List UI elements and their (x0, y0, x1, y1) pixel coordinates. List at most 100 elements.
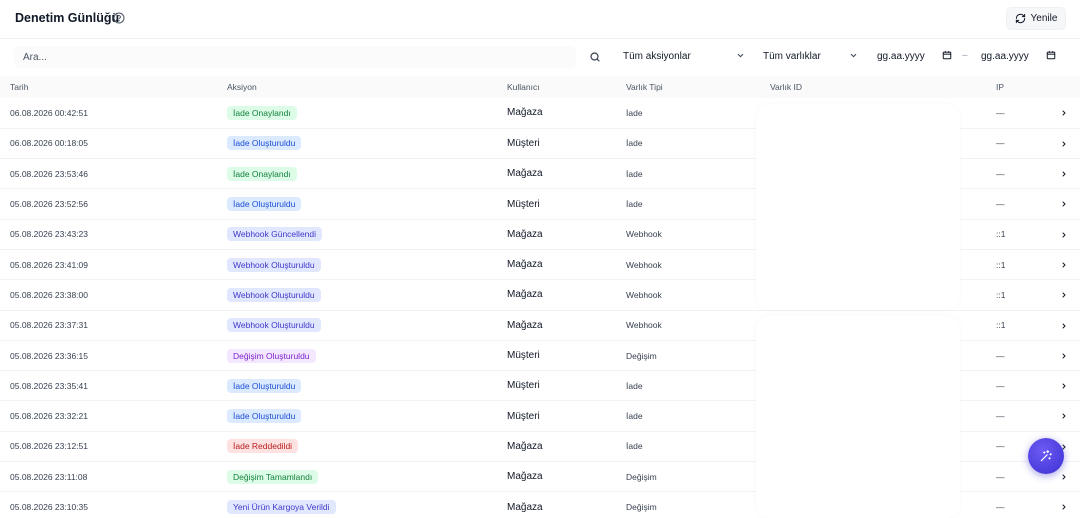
cell-user: Mağaza (507, 289, 543, 301)
chevron-right-icon[interactable] (1060, 261, 1068, 269)
cell-entity-type: Değişim (626, 471, 657, 482)
action-badge: Webhook Oluşturuldu (227, 257, 321, 272)
cell-entity-type: Webhook (626, 320, 662, 331)
action-badge: Webhook Güncellendi (227, 227, 323, 242)
chevron-right-icon[interactable] (1060, 503, 1068, 511)
date-from-field[interactable]: gg.aa.yyyy (877, 45, 953, 67)
refresh-button[interactable]: Yenile (1006, 7, 1066, 30)
column-header-user[interactable]: Kullanıcı (507, 76, 626, 98)
chevron-right-icon[interactable] (1060, 231, 1068, 239)
page-header: Denetim Günlüğü Yenile (0, 0, 1080, 38)
ip-value: ::1 (996, 259, 1006, 270)
cell-entity-type: İade (626, 380, 643, 391)
cell-user: Mağaza (507, 501, 543, 513)
column-header-action[interactable]: Aksiyon (227, 76, 507, 98)
chevron-right-icon[interactable] (1060, 170, 1068, 178)
cell-user: Müşteri (507, 198, 540, 210)
cell-action: Webhook Oluşturuldu (227, 249, 507, 279)
date-from-placeholder: gg.aa.yyyy (877, 50, 925, 62)
ip-value: — (996, 441, 1005, 452)
cell-user: Mağaza (507, 319, 543, 331)
cell-action: Yeni Ürün Kargoya Verildi (227, 492, 507, 518)
cell-action: İade Oluşturuldu (227, 371, 507, 401)
cell-user: Mağaza (507, 440, 543, 452)
cell-date: 06.08.2026 00:18:05 (10, 138, 88, 149)
ip-value: — (996, 138, 1005, 149)
cell-user: Mağaza (507, 228, 543, 240)
ip-value: — (996, 168, 1005, 179)
chevron-right-icon[interactable] (1060, 200, 1068, 208)
cell-date: 06.08.2026 00:42:51 (10, 107, 88, 118)
cell-ip: — (996, 492, 1080, 518)
cell-ip: — (996, 128, 1080, 158)
chevron-down-icon (737, 53, 744, 58)
cell-entity-type: Webhook (626, 259, 662, 270)
date-to-field[interactable]: gg.aa.yyyy (981, 45, 1057, 67)
cell-entity-type: Webhook (626, 289, 662, 300)
cell-date: 05.08.2026 23:32:21 (10, 411, 88, 422)
ip-value: — (996, 411, 1005, 422)
cell-entity-type: İade (626, 107, 643, 118)
cell-user: Mağaza (507, 471, 543, 483)
cell-date: 05.08.2026 23:12:51 (10, 441, 88, 452)
cell-ip: — (996, 340, 1080, 370)
cell-ip: — (996, 401, 1080, 431)
action-badge: İade Oluşturuldu (227, 409, 302, 424)
cell-date: 05.08.2026 23:38:00 (10, 289, 88, 300)
chevron-right-icon[interactable] (1060, 412, 1068, 420)
help-circle-icon[interactable] (113, 12, 125, 24)
cell-user: Müşteri (507, 350, 540, 362)
search-input[interactable] (14, 46, 576, 68)
cell-entity-type: Değişim (626, 350, 657, 361)
action-filter-select[interactable]: Tüm aksiyonlar (623, 45, 747, 67)
cell-date: 05.08.2026 23:10:35 (10, 502, 88, 512)
cell-action: İade Oluşturuldu (227, 128, 507, 158)
chevron-right-icon[interactable] (1060, 322, 1068, 330)
action-badge: Yeni Ürün Kargoya Verildi (227, 500, 336, 514)
cell-date: 05.08.2026 23:52:56 (10, 199, 88, 210)
date-to-placeholder: gg.aa.yyyy (981, 50, 1029, 62)
cell-date: 05.08.2026 23:53:46 (10, 168, 88, 179)
cell-action: Webhook Oluşturuldu (227, 280, 507, 310)
table-header-row: Tarih Aksiyon Kullanıcı Varlık Tipi Varl… (0, 76, 1080, 98)
date-range-separator: – (962, 50, 968, 61)
ip-value: ::1 (996, 320, 1006, 331)
action-badge: İade Oluşturuldu (227, 378, 302, 393)
cell-action: İade Oluşturuldu (227, 189, 507, 219)
chevron-right-icon[interactable] (1060, 291, 1068, 299)
action-badge: İade Oluşturuldu (227, 136, 302, 151)
entity-filter-value: Tüm varlıklar (763, 50, 821, 62)
ip-value: ::1 (996, 229, 1006, 240)
chevron-right-icon[interactable] (1060, 382, 1068, 390)
column-header-entity-id[interactable]: Varlık ID (770, 76, 996, 98)
column-header-date[interactable]: Tarih (0, 76, 227, 98)
action-filter-value: Tüm aksiyonlar (623, 50, 691, 62)
cell-ip: — (996, 189, 1080, 219)
action-badge: İade Onaylandı (227, 105, 297, 120)
action-badge: İade Onaylandı (227, 166, 297, 181)
cell-action: İade Onaylandı (227, 98, 507, 128)
page-title: Denetim Günlüğü (15, 11, 120, 25)
calendar-icon[interactable] (1046, 50, 1056, 60)
cell-user: Mağaza (507, 107, 543, 119)
search-icon[interactable] (589, 51, 601, 63)
action-badge: Değişim Oluşturuldu (227, 348, 316, 363)
ip-value: — (996, 502, 1005, 512)
calendar-icon[interactable] (942, 50, 952, 60)
chevron-right-icon[interactable] (1060, 473, 1068, 481)
chevron-right-icon[interactable] (1060, 109, 1068, 117)
chevron-right-icon[interactable] (1060, 140, 1068, 148)
cell-ip: ::1 (996, 219, 1080, 249)
ip-value: — (996, 107, 1005, 118)
cell-user: Müşteri (507, 410, 540, 422)
entity-filter-select[interactable]: Tüm varlıklar (763, 45, 861, 67)
assistant-fab-button[interactable] (1028, 438, 1064, 474)
chevron-right-icon[interactable] (1060, 352, 1068, 360)
action-badge: İade Oluşturuldu (227, 197, 302, 212)
column-header-entity-type[interactable]: Varlık Tipi (626, 76, 770, 98)
column-header-ip[interactable]: IP (996, 76, 1080, 98)
cell-entity-type: İade (626, 411, 643, 422)
cell-action: Webhook Oluşturuldu (227, 310, 507, 340)
cell-action: İade Onaylandı (227, 159, 507, 189)
cell-user: Müşteri (507, 380, 540, 392)
